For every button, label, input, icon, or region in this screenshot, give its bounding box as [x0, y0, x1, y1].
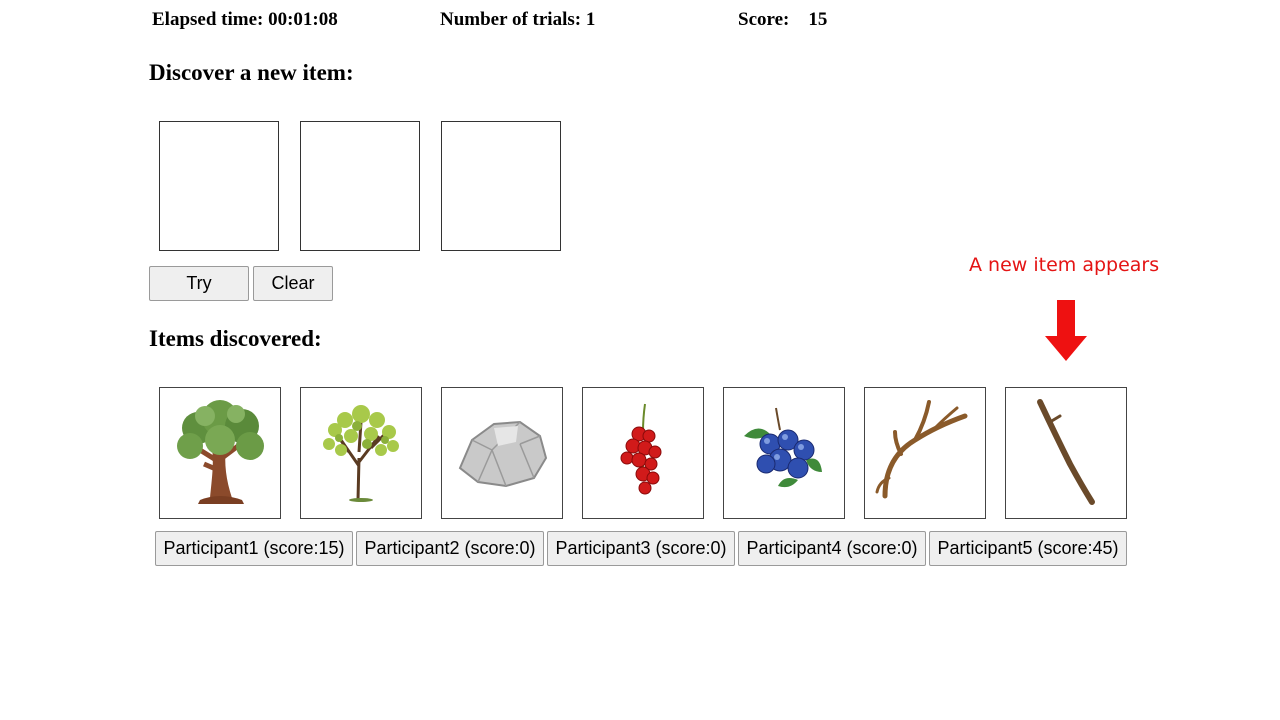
- discovered-item-rock[interactable]: [441, 387, 563, 519]
- items-discovered-heading: Items discovered:: [149, 326, 322, 351]
- trials-label: Number of trials:: [440, 9, 582, 30]
- combine-slot-3[interactable]: [441, 121, 561, 251]
- participant-3-button[interactable]: Participant3 (score:0): [547, 531, 735, 566]
- participant-2-button[interactable]: Participant2 (score:0): [356, 531, 544, 566]
- participant-4-button[interactable]: Participant4 (score:0): [738, 531, 926, 566]
- score-label: Score:: [738, 9, 790, 30]
- participant-5-button[interactable]: Participant5 (score:45): [929, 531, 1127, 566]
- rock-icon: [458, 420, 548, 488]
- number-of-trials: Number of trials: 1: [440, 9, 595, 31]
- try-button[interactable]: Try: [149, 266, 249, 301]
- trials-value: 1: [585, 9, 596, 30]
- combine-slot-2[interactable]: [300, 121, 420, 251]
- discovered-item-oak-tree[interactable]: [159, 387, 281, 519]
- discovered-item-red-berries[interactable]: [582, 387, 704, 519]
- discovered-item-young-tree[interactable]: [300, 387, 422, 519]
- score-value: 15: [808, 9, 828, 30]
- new-item-annotation: A new item appears: [969, 254, 1160, 276]
- red-berries-icon: [620, 403, 662, 495]
- discovered-item-stick[interactable]: [1005, 387, 1127, 519]
- elapsed-time-value: 00:01:08: [268, 9, 338, 30]
- participant-1-button[interactable]: Participant1 (score:15): [155, 531, 353, 566]
- discover-heading: Discover a new item:: [149, 60, 354, 85]
- young-tree-icon: [323, 405, 399, 502]
- oak-tree-icon: [177, 400, 264, 504]
- discovered-item-antler[interactable]: [864, 387, 986, 519]
- antler-icon: [875, 400, 968, 499]
- elapsed-time-label: Elapsed time:: [152, 9, 264, 30]
- elapsed-time: Elapsed time: 00:01:08: [152, 9, 338, 31]
- clear-button[interactable]: Clear: [253, 266, 333, 301]
- discovered-item-blueberries[interactable]: [723, 387, 845, 519]
- combine-slot-1[interactable]: [159, 121, 279, 251]
- score: Score: 15: [738, 9, 827, 31]
- stick-icon: [1037, 399, 1095, 505]
- blueberries-icon: [744, 407, 822, 488]
- down-arrow-icon: [1045, 300, 1087, 361]
